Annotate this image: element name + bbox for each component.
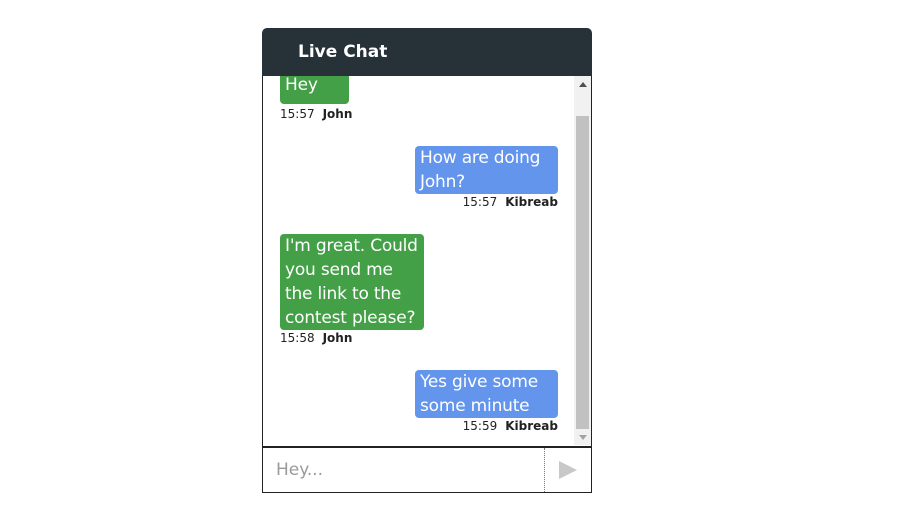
message-time: 15:57 [280, 107, 315, 121]
message-text: How are doing John? [420, 148, 541, 192]
send-button[interactable] [544, 448, 591, 492]
message-sender: John [322, 107, 353, 121]
message-sender: Kibreab [505, 419, 558, 433]
scroll-up-arrow-icon[interactable] [574, 76, 591, 92]
scroll-down-arrow-icon[interactable] [574, 429, 591, 445]
message-meta: 15:59 Kibreab [463, 419, 558, 433]
message-text: Yes give some some minute [420, 372, 538, 416]
message-time: 15:58 [280, 331, 315, 345]
message-bubble-incoming: Hey [280, 76, 349, 104]
scrollbar-thumb[interactable] [576, 116, 589, 429]
message-meta: 15:57 Kibreab [463, 195, 558, 209]
chat-title: Live Chat [298, 42, 388, 62]
scrollbar[interactable] [574, 76, 591, 445]
message-meta: 15:58 John [280, 331, 352, 345]
message-bubble-incoming: I'm great. Could you send me the link to… [280, 234, 424, 330]
message-list[interactable]: Hey 15:57 John How are doing John? 15:57 K… [262, 76, 592, 447]
message-bubble-outgoing: How are doing John? [415, 146, 558, 194]
message-composer [262, 447, 592, 493]
message-input[interactable] [263, 448, 544, 492]
send-icon [559, 461, 577, 479]
message-time: 15:59 [462, 419, 498, 433]
message-sender: John [322, 331, 353, 345]
message-text: Hey [285, 76, 318, 95]
message-text: I'm great. Could you send me the link to… [285, 236, 418, 328]
message-meta: 15:57 John [280, 107, 352, 121]
chat-header: Live Chat [262, 28, 592, 76]
message-bubble-outgoing: Yes give some some minute [415, 370, 558, 418]
live-chat-widget: Live Chat Hey 15:57 John How are doing Jo… [262, 28, 592, 493]
message-sender: Kibreab [505, 195, 558, 209]
message-time: 15:57 [462, 195, 498, 209]
